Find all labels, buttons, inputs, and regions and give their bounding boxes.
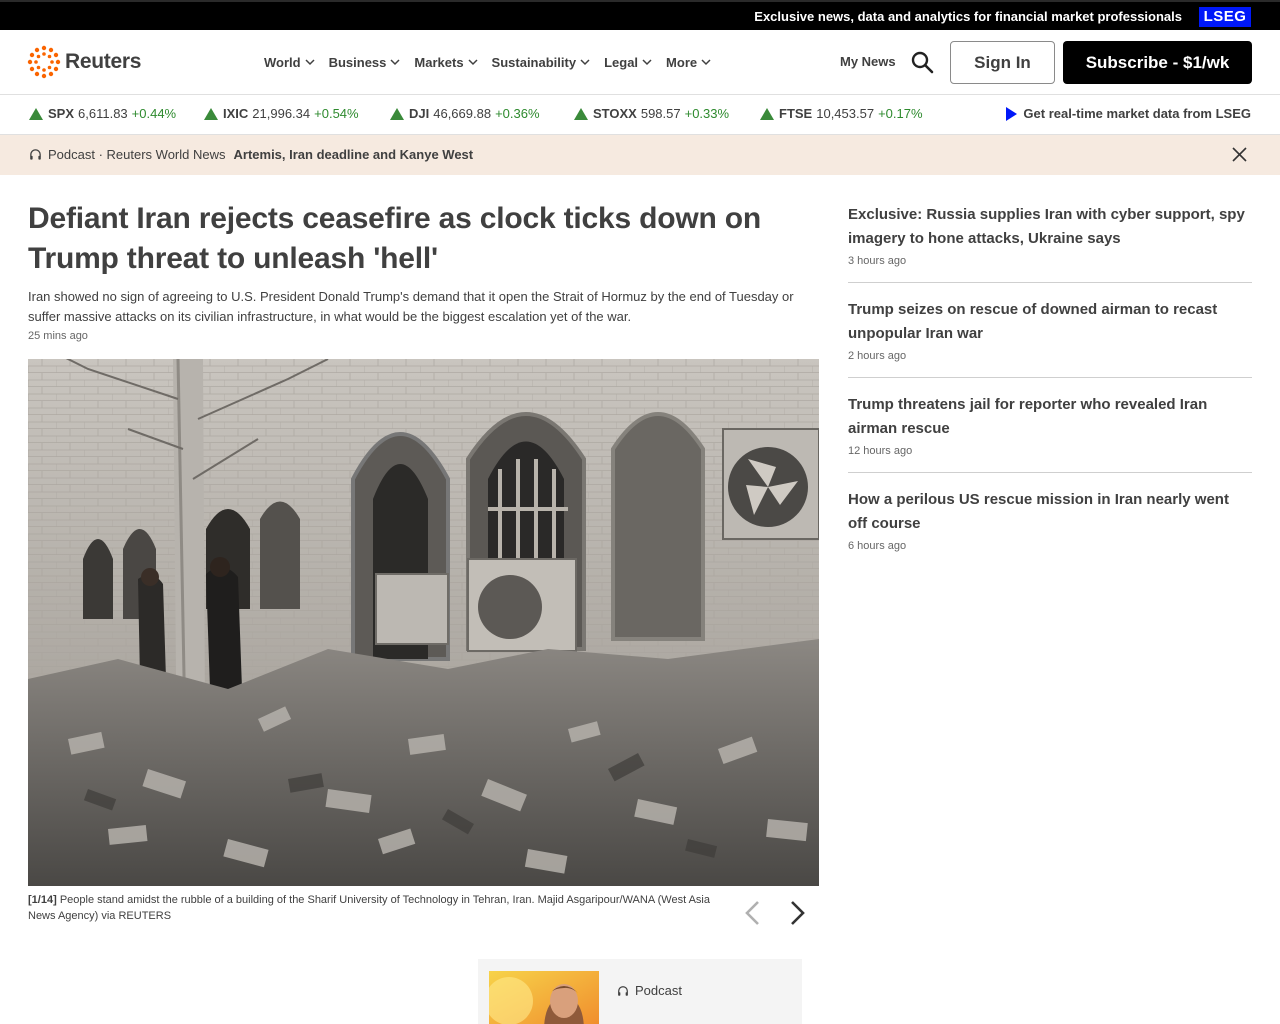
related-story-title[interactable]: Exclusive: Russia supplies Iran with cyb… (848, 203, 1252, 251)
ticker-change: +0.36% (495, 106, 540, 121)
nav-item-label: Legal (604, 54, 639, 70)
ticker-value: 21,996.34 (252, 106, 311, 121)
nav-item-label: World (264, 54, 301, 70)
podcast-card-label-text: Podcast (635, 983, 682, 998)
ticker-change: +0.54% (314, 106, 359, 121)
headphones-icon (618, 985, 628, 996)
podcast-card[interactable]: Podcast (478, 959, 802, 1024)
photo-counter: [1/14] (28, 894, 57, 906)
photo-caption: [1/14] People stand amidst the rubble of… (28, 892, 718, 924)
play-icon (1006, 106, 1018, 121)
ticker-change: +0.44% (131, 106, 177, 121)
nav-item-label: Markets (414, 54, 464, 70)
related-story-title[interactable]: How a perilous US rescue mission in Iran… (848, 488, 1252, 536)
reuters-logo[interactable]: Reuters (27, 45, 141, 79)
nav-item-markets[interactable]: Markets (414, 54, 478, 70)
sign-in-button[interactable]: Sign In (950, 41, 1055, 84)
site-header: Reuters World Business Markets Sustainab… (0, 30, 1280, 95)
rubble-photo-illustration (28, 359, 819, 886)
arrow-up-icon (390, 107, 404, 120)
lseg-link-label: Get real-time market data from LSEG (1023, 106, 1251, 121)
article-photo[interactable] (28, 359, 819, 886)
next-photo-button[interactable] (786, 899, 808, 927)
ticker-item-ftse[interactable]: FTSE 10,453.57 +0.17% (760, 106, 923, 121)
related-stories: Exclusive: Russia supplies Iran with cyb… (848, 203, 1252, 582)
podcast-banner-title: Artemis, Iran deadline and Kanye West (233, 147, 474, 162)
search-icon[interactable] (910, 50, 934, 74)
main-nav: World Business Markets Sustainability Le… (264, 30, 725, 94)
ticker-item-dji[interactable]: DJI 46,669.88 +0.36% (390, 106, 540, 121)
nav-item-world[interactable]: World (264, 55, 315, 70)
ticker-symbol: DJI (409, 106, 430, 121)
chevron-down-icon (390, 59, 400, 66)
lseg-market-data-link[interactable]: Get real-time market data from LSEG (1006, 106, 1251, 121)
ticker-symbol: IXIC (223, 106, 249, 121)
podcast-thumbnail (489, 971, 599, 1024)
market-ticker: SPX 6,611.83 +0.44% IXIC 21,996.34 +0.54… (0, 95, 1280, 135)
nav-item-legal[interactable]: Legal (604, 55, 652, 70)
related-story[interactable]: Exclusive: Russia supplies Iran with cyb… (848, 203, 1252, 283)
close-icon[interactable] (1232, 147, 1247, 162)
related-story-time: 3 hours ago (848, 255, 907, 267)
nav-item-label: Business (328, 54, 387, 70)
ticker-item-ixic[interactable]: IXIC 21,996.34 +0.54% (204, 106, 359, 121)
chevron-down-icon (305, 59, 315, 66)
ticker-value: 10,453.57 (816, 106, 875, 121)
my-news-link[interactable]: My News (840, 54, 896, 69)
article-headline[interactable]: Defiant Iran rejects ceasefire as clock … (28, 199, 818, 279)
related-story[interactable]: How a perilous US rescue mission in Iran… (848, 488, 1252, 567)
article-summary: Iran showed no sign of agreeing to U.S. … (28, 289, 794, 324)
related-story-title[interactable]: Trump seizes on rescue of downed airman … (848, 298, 1252, 346)
ticker-item-stoxx[interactable]: STOXX 598.57 +0.33% (574, 106, 729, 121)
related-story[interactable]: Trump threatens jail for reporter who re… (848, 393, 1252, 473)
related-story[interactable]: Trump seizes on rescue of downed airman … (848, 298, 1252, 378)
chevron-down-icon (580, 59, 590, 66)
chevron-down-icon (468, 59, 478, 66)
podcast-card-label: Podcast (617, 983, 682, 998)
ticker-symbol: SPX (48, 106, 75, 121)
ticker-value: 6,611.83 (78, 106, 128, 121)
ticker-value: 46,669.88 (433, 106, 492, 121)
arrow-up-icon (204, 107, 218, 120)
ticker-item-spx[interactable]: SPX 6,611.83 +0.44% (29, 106, 176, 121)
previous-photo-button[interactable] (742, 899, 764, 927)
related-story-title[interactable]: Trump threatens jail for reporter who re… (848, 393, 1252, 441)
nav-item-label: Sustainability (491, 54, 577, 70)
arrow-up-icon (29, 107, 43, 120)
ticker-symbol: FTSE (779, 106, 813, 121)
ticker-change: +0.33% (684, 106, 730, 121)
related-story-time: 12 hours ago (848, 445, 913, 457)
lseg-badge[interactable]: LSEG (1199, 7, 1251, 27)
nav-item-label: More (666, 54, 698, 70)
podcast-banner[interactable]: Podcast · Reuters World News Artemis, Ir… (0, 135, 1280, 175)
chevron-down-icon (642, 59, 652, 66)
ticker-change: +0.17% (878, 106, 923, 121)
top-banner-text[interactable]: Exclusive news, data and analytics for f… (754, 9, 1182, 24)
related-story-time: 2 hours ago (848, 350, 907, 362)
top-banner: Exclusive news, data and analytics for f… (0, 0, 1280, 30)
podcast-banner-content: Podcast · Reuters World News Artemis, Ir… (29, 147, 473, 162)
nav-item-sustainability[interactable]: Sustainability (492, 55, 591, 70)
reuters-logo-icon (27, 45, 61, 79)
logo-text: Reuters (65, 50, 142, 73)
nav-item-more[interactable]: More (666, 55, 711, 70)
article-time: 25 mins ago (28, 330, 88, 342)
related-story-time: 6 hours ago (848, 540, 907, 552)
chevron-down-icon (701, 59, 711, 66)
ticker-symbol: STOXX (593, 106, 637, 121)
podcast-banner-label: Podcast · Reuters World News (48, 147, 226, 162)
ticker-value: 598.57 (640, 106, 681, 121)
arrow-up-icon (760, 107, 774, 120)
arrow-up-icon (574, 107, 588, 120)
photo-caption-text: People stand amidst the rubble of a buil… (28, 894, 710, 922)
headphones-icon (30, 149, 41, 160)
nav-item-business[interactable]: Business (329, 55, 401, 70)
subscribe-button[interactable]: Subscribe - $1/wk (1063, 41, 1252, 84)
